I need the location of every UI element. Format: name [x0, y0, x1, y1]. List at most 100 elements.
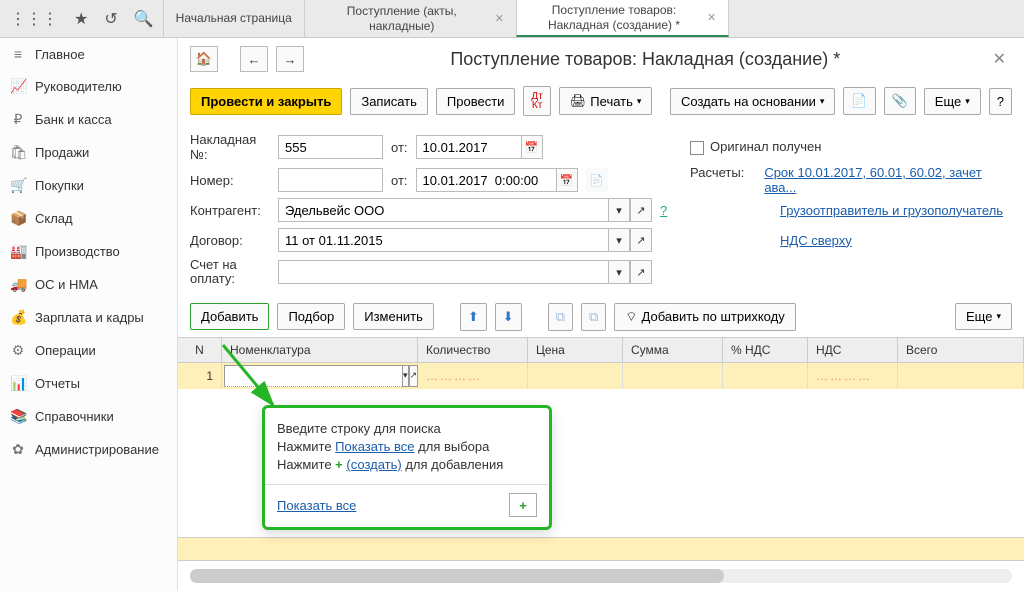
- hscrollbar[interactable]: [190, 569, 1012, 583]
- invoice-pay-field[interactable]: [278, 260, 608, 284]
- forward-button[interactable]: →: [276, 46, 304, 72]
- tab-receipt-invoice[interactable]: Поступление товаров: Накладная (создание…: [516, 0, 729, 37]
- chart-icon: 📈: [10, 78, 26, 95]
- sidebar-item-assets[interactable]: 🚚ОС и НМА: [0, 268, 177, 301]
- barcode-button[interactable]: ⌔ Добавить по штрихкоду: [614, 303, 795, 331]
- col-vat-percent[interactable]: % НДС: [723, 338, 808, 362]
- star-icon[interactable]: ★: [74, 9, 88, 29]
- sidebar-item-payroll[interactable]: 💰Зарплата и кадры: [0, 301, 177, 334]
- select-button[interactable]: Подбор: [277, 303, 345, 330]
- sidebar-item-manager[interactable]: 📈Руководителю: [0, 70, 177, 103]
- move-up-button[interactable]: ⬆: [460, 303, 487, 331]
- col-total[interactable]: Всего: [898, 338, 1024, 362]
- sidebar-item-operations[interactable]: ⚙Операции: [0, 334, 177, 367]
- topbar: ⋮⋮⋮ ★ ↺ 🔍 Начальная страница Поступление…: [0, 0, 1024, 38]
- table-more-button[interactable]: Еще ▾: [955, 303, 1012, 330]
- invoice-date-field[interactable]: [416, 135, 521, 159]
- counterparty-label: Контрагент:: [190, 203, 270, 218]
- number-label: Номер:: [190, 173, 270, 188]
- calendar-icon[interactable]: 📅: [521, 135, 543, 159]
- settlements-label: Расчеты:: [690, 165, 744, 195]
- dropdown-icon[interactable]: ▾: [608, 228, 630, 252]
- show-all-link[interactable]: Показать все: [277, 498, 356, 513]
- table-row[interactable]: 1 ▾ ↗ ………… …………: [178, 363, 1024, 389]
- sidebar-item-main[interactable]: ≡Главное: [0, 38, 177, 70]
- counterparty-help[interactable]: ?: [660, 203, 667, 218]
- shipper-link[interactable]: Грузоотправитель и грузополучатель: [780, 203, 1003, 218]
- back-button[interactable]: ←: [240, 46, 268, 72]
- sidebar-item-production[interactable]: 🏭Производство: [0, 235, 177, 268]
- write-button[interactable]: Записать: [350, 88, 428, 115]
- col-price[interactable]: Цена: [528, 338, 623, 362]
- more-button[interactable]: Еще ▾: [924, 88, 981, 115]
- tab-receipts[interactable]: Поступление (акты, накладные)✕: [304, 0, 517, 37]
- nomenclature-input[interactable]: [224, 365, 402, 387]
- dtkt-button[interactable]: ДтКт: [523, 86, 550, 116]
- close-icon[interactable]: ✕: [707, 11, 716, 24]
- tab-home[interactable]: Начальная страница: [163, 0, 305, 37]
- cell-nomenclature[interactable]: ▾ ↗: [222, 363, 418, 389]
- cell-qty[interactable]: …………: [418, 363, 528, 389]
- create-plus-button[interactable]: +: [509, 493, 537, 517]
- scrollbar-thumb[interactable]: [190, 569, 724, 583]
- sidebar-item-stock[interactable]: 📦Склад: [0, 202, 177, 235]
- grid-footer: [178, 537, 1024, 561]
- open-icon[interactable]: ↗: [630, 260, 652, 284]
- calendar-icon[interactable]: 📅: [556, 168, 578, 192]
- dropdown-icon[interactable]: ▾: [608, 198, 630, 222]
- close-icon[interactable]: ✕: [495, 12, 504, 25]
- dropdown-icon[interactable]: ▾: [608, 260, 630, 284]
- col-nomenclature[interactable]: Номенклатура: [222, 338, 418, 362]
- open-icon[interactable]: ↗: [630, 228, 652, 252]
- search-icon[interactable]: 🔍: [134, 9, 154, 29]
- sidebar-item-directories[interactable]: 📚Справочники: [0, 400, 177, 433]
- from-label: от:: [391, 140, 408, 155]
- sidebar-label: ОС и НМА: [35, 277, 98, 292]
- sidebar-label: Производство: [35, 244, 120, 259]
- number-date-field[interactable]: [416, 168, 556, 192]
- history-icon[interactable]: ↺: [104, 9, 117, 29]
- number-field[interactable]: [278, 168, 383, 192]
- open-icon[interactable]: ↗: [409, 365, 419, 387]
- popup-hint-search: Введите строку для поиска: [277, 421, 537, 436]
- sidebar-item-admin[interactable]: ✿Администрирование: [0, 433, 177, 466]
- col-vat[interactable]: НДС: [808, 338, 898, 362]
- col-quantity[interactable]: Количество: [418, 338, 528, 362]
- create-based-button[interactable]: Создать на основании ▾: [670, 88, 835, 115]
- show-all-link-inline[interactable]: Показать все: [335, 439, 414, 454]
- sidebar-item-reports[interactable]: 📊Отчеты: [0, 367, 177, 400]
- calendar-extra-icon[interactable]: 📄: [586, 168, 608, 192]
- settlements-link[interactable]: Срок 10.01.2017, 60.01, 60.02, зачет ава…: [764, 165, 1012, 195]
- sidebar-item-bank[interactable]: ₽Банк и касса: [0, 103, 177, 136]
- cell-vat[interactable]: …………: [808, 363, 898, 389]
- contract-field[interactable]: [278, 228, 608, 252]
- post-button[interactable]: Провести: [436, 88, 516, 115]
- files-button[interactable]: 📄: [843, 87, 875, 115]
- col-sum[interactable]: Сумма: [623, 338, 723, 362]
- move-down-button[interactable]: ⬇: [495, 303, 522, 331]
- add-row-button[interactable]: Добавить: [190, 303, 269, 330]
- open-icon[interactable]: ↗: [630, 198, 652, 222]
- cell-vatp[interactable]: [723, 363, 808, 389]
- vat-link[interactable]: НДС сверху: [780, 233, 852, 248]
- invoice-number-field[interactable]: [278, 135, 383, 159]
- create-link-inline[interactable]: (создать): [346, 457, 401, 472]
- clip-button[interactable]: 📎: [884, 87, 916, 115]
- counterparty-field[interactable]: [278, 198, 608, 222]
- cell-total[interactable]: [898, 363, 1024, 389]
- post-and-close-button[interactable]: Провести и закрыть: [190, 88, 342, 115]
- copy-button[interactable]: ⧉: [548, 303, 573, 331]
- close-form-button[interactable]: ✕: [987, 49, 1012, 69]
- cell-sum[interactable]: [623, 363, 723, 389]
- apps-icon[interactable]: ⋮⋮⋮: [10, 9, 58, 29]
- edit-button[interactable]: Изменить: [353, 303, 434, 330]
- col-n[interactable]: N: [178, 338, 222, 362]
- paste-button[interactable]: ⧉: [581, 303, 606, 331]
- original-received-checkbox[interactable]: [690, 141, 704, 155]
- cell-price[interactable]: [528, 363, 623, 389]
- sidebar-item-purchases[interactable]: 🛒Покупки: [0, 169, 177, 202]
- home-button[interactable]: 🏠: [190, 46, 218, 72]
- help-button[interactable]: ?: [989, 88, 1012, 115]
- sidebar-item-sales[interactable]: 🛍Продажи: [0, 136, 177, 169]
- print-button[interactable]: 🖨 Печать ▾: [559, 87, 653, 115]
